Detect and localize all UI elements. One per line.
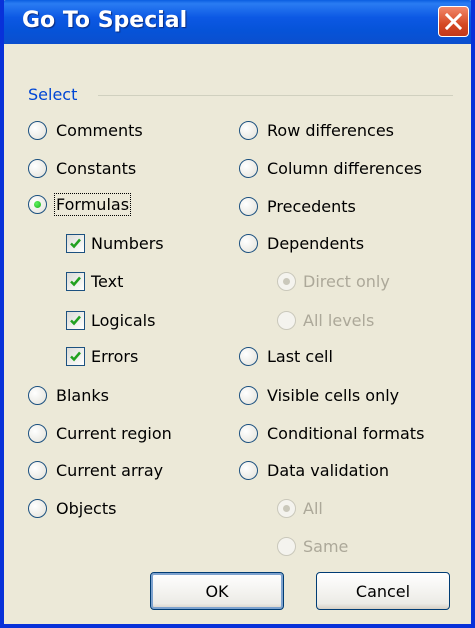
radio-dependents[interactable]: Dependents — [239, 230, 364, 256]
radio-data-validation[interactable]: Data validation — [239, 457, 389, 483]
go-to-special-dialog: Go To Special Select Comments Constants … — [0, 0, 475, 628]
radio-formulas[interactable]: Formulas — [28, 191, 132, 217]
radio-button[interactable] — [28, 385, 47, 405]
cancel-button[interactable]: Cancel — [316, 572, 450, 610]
radio-validation-all: All — [277, 495, 323, 521]
radio-label: All levels — [303, 310, 375, 330]
radio-validation-same: Same — [277, 533, 348, 559]
radio-visible-cells-only[interactable]: Visible cells only — [239, 382, 399, 408]
radio-all-levels: All levels — [277, 307, 374, 333]
radio-label: Data validation — [267, 460, 390, 480]
checkbox-label: Logicals — [91, 310, 156, 330]
checkbox-errors[interactable]: Errors — [66, 343, 138, 369]
radio-objects[interactable]: Objects — [28, 495, 116, 521]
radio-button[interactable] — [239, 120, 258, 140]
checkbox-label: Errors — [91, 346, 139, 366]
radio-label: Direct only — [303, 271, 390, 291]
radio-label: Dependents — [267, 233, 365, 253]
select-group-label: Select — [28, 85, 78, 104]
close-button[interactable] — [438, 6, 469, 37]
radio-column-differences[interactable]: Column differences — [239, 155, 422, 181]
radio-comments[interactable]: Comments — [28, 117, 143, 143]
radio-label: Formulas — [53, 192, 132, 216]
radio-current-region[interactable]: Current region — [28, 420, 172, 446]
radio-button[interactable] — [28, 460, 47, 480]
radio-button[interactable] — [28, 158, 47, 178]
radio-label: Column differences — [267, 158, 423, 178]
radio-label: Current array — [56, 460, 164, 480]
checkbox[interactable] — [66, 346, 85, 366]
group-divider — [98, 95, 453, 96]
radio-label: Visible cells only — [267, 385, 400, 405]
radio-button-disabled — [277, 498, 296, 518]
checkmark-icon — [70, 315, 81, 325]
radio-button[interactable] — [239, 233, 258, 253]
title-bar[interactable]: Go To Special — [4, 0, 471, 44]
radio-last-cell[interactable]: Last cell — [239, 343, 333, 369]
radio-button[interactable] — [239, 158, 258, 178]
radio-button-selected[interactable] — [28, 194, 47, 214]
checkbox-text[interactable]: Text — [66, 268, 123, 294]
radio-label: Last cell — [267, 346, 333, 366]
radio-button[interactable] — [28, 423, 47, 443]
radio-label: Objects — [56, 498, 117, 518]
radio-row-differences[interactable]: Row differences — [239, 117, 394, 143]
radio-blanks[interactable]: Blanks — [28, 382, 109, 408]
radio-precedents[interactable]: Precedents — [239, 193, 356, 219]
dialog-title: Go To Special — [22, 8, 188, 33]
radio-button-disabled — [277, 271, 296, 291]
radio-constants[interactable]: Constants — [28, 155, 136, 181]
radio-label: Same — [303, 536, 349, 556]
checkbox-logicals[interactable]: Logicals — [66, 307, 155, 333]
radio-button[interactable] — [28, 498, 47, 518]
radio-button[interactable] — [239, 346, 258, 366]
radio-button[interactable] — [239, 196, 258, 216]
checkbox-label: Text — [91, 271, 124, 291]
checkbox-label: Numbers — [91, 233, 164, 253]
radio-label: Current region — [56, 423, 172, 443]
checkbox[interactable] — [66, 271, 85, 291]
radio-button[interactable] — [239, 460, 258, 480]
radio-label: Precedents — [267, 196, 356, 216]
radio-label: Constants — [56, 158, 137, 178]
checkmark-icon — [70, 276, 81, 286]
checkmark-icon — [70, 238, 81, 248]
radio-label: Comments — [56, 120, 143, 140]
radio-current-array[interactable]: Current array — [28, 457, 163, 483]
radio-button[interactable] — [239, 423, 258, 443]
checkmark-icon — [70, 351, 81, 361]
radio-label: All — [303, 498, 323, 518]
checkbox[interactable] — [66, 310, 85, 330]
radio-label: Blanks — [56, 385, 109, 405]
checkbox-numbers[interactable]: Numbers — [66, 230, 164, 256]
radio-button[interactable] — [239, 385, 258, 405]
radio-conditional-formats[interactable]: Conditional formats — [239, 420, 424, 446]
ok-button[interactable]: OK — [150, 572, 284, 610]
checkbox[interactable] — [66, 233, 85, 253]
radio-label: Row differences — [267, 120, 395, 140]
radio-direct-only: Direct only — [277, 268, 390, 294]
radio-button[interactable] — [28, 120, 47, 140]
close-icon — [445, 13, 462, 30]
radio-button-disabled — [277, 536, 296, 556]
radio-button-disabled — [277, 310, 296, 330]
radio-label: Conditional formats — [267, 423, 425, 443]
